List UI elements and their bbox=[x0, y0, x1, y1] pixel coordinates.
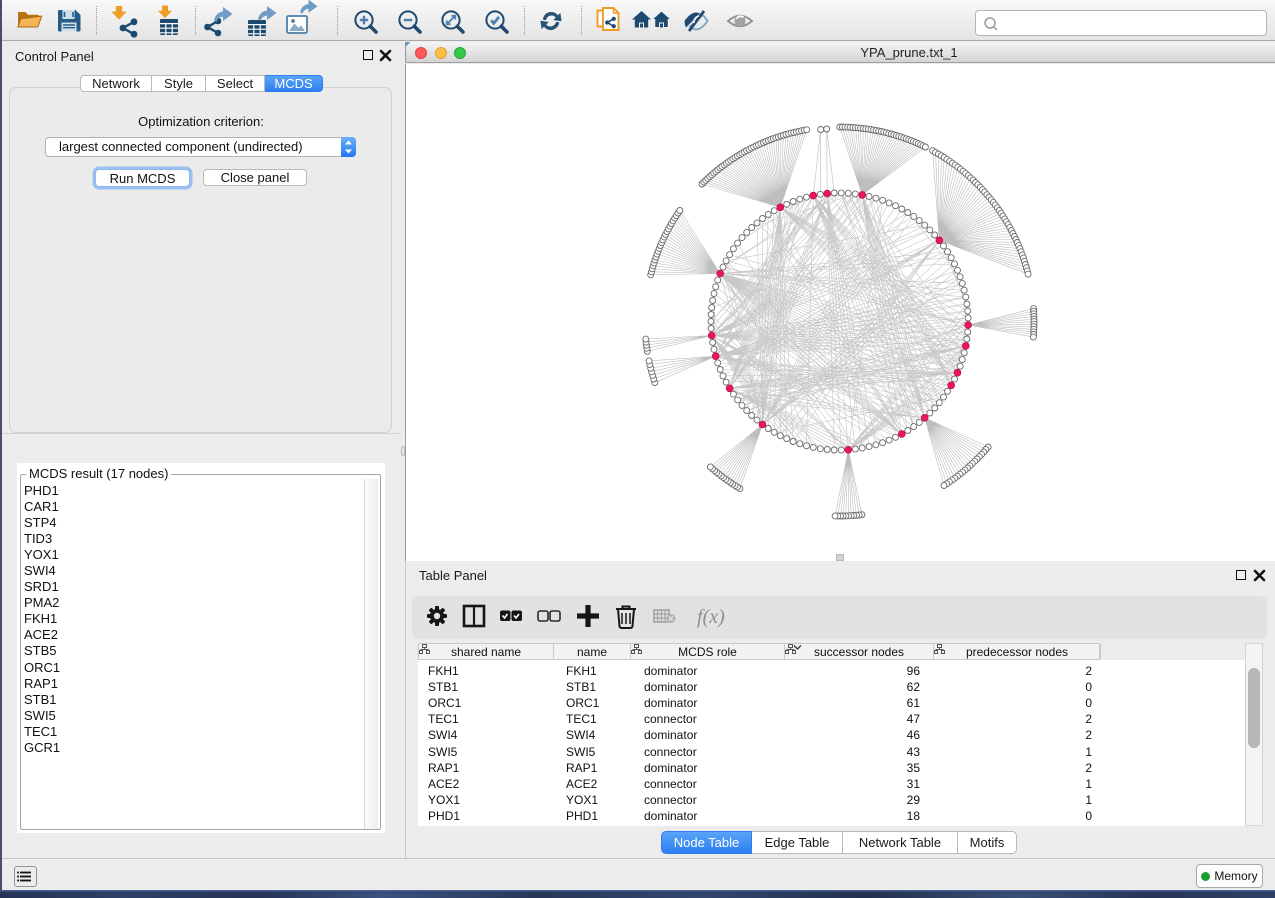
svg-text:f(x): f(x) bbox=[697, 606, 725, 628]
